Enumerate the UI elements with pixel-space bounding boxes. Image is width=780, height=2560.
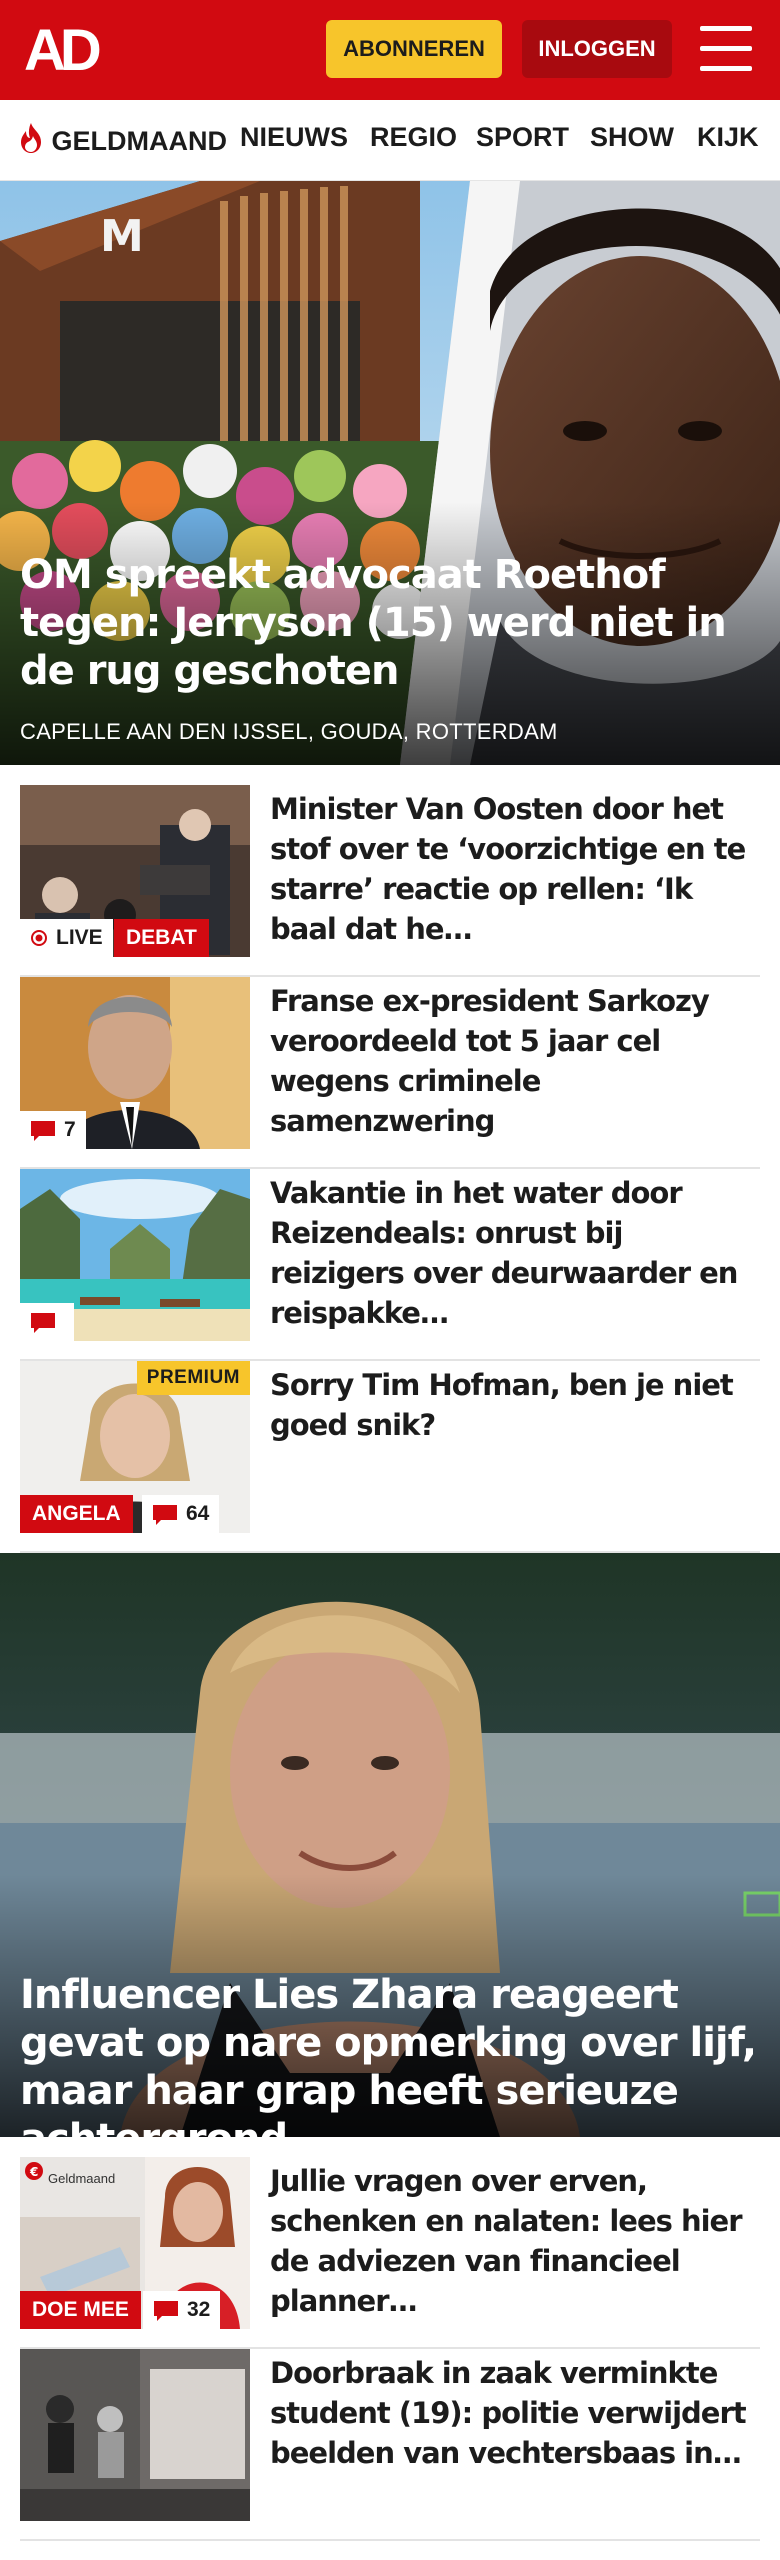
hero-article-roethof[interactable]: M OM spreekt advocaat Roethof tegen: Jer…: [0, 181, 780, 765]
menu-icon[interactable]: [700, 26, 752, 72]
participate-badge: DOE MEE: [20, 2291, 141, 2329]
comment-icon: [31, 1313, 55, 1333]
thumb-label: Geldmaand: [48, 2171, 116, 2186]
nav-item-regio[interactable]: REGIO: [370, 122, 457, 153]
top-bar: AD ABONNEREN INLOGGEN: [0, 0, 780, 100]
svg-text:M: M: [100, 211, 144, 262]
comment-count-badge: 64: [142, 1495, 220, 1533]
article-title[interactable]: Minister Van Oosten door het stof over t…: [270, 789, 760, 949]
flame-icon: [21, 123, 41, 153]
live-badge: LIVE: [20, 919, 113, 957]
article-title[interactable]: Jullie vragen over erven, schenken en na…: [270, 2161, 760, 2321]
list-item[interactable]: LIVE DEBAT Minister Van Oosten door het …: [20, 785, 760, 977]
nav-item-kijk[interactable]: KIJK: [697, 122, 759, 153]
nav-item-sport[interactable]: SPORT: [476, 122, 569, 153]
nav-item-geldmaand[interactable]: GELDMAAND: [18, 122, 227, 157]
comment-count: 7: [64, 1118, 76, 1141]
article-title[interactable]: Sorry Tim Hofman, ben je niet goed snik?: [270, 1365, 760, 1445]
comment-count-badge: 7: [20, 1111, 86, 1149]
comment-count-badge: 32: [143, 2291, 221, 2329]
nav-item-show[interactable]: SHOW: [590, 122, 674, 153]
comment-icon: [154, 2301, 178, 2321]
article-title[interactable]: Franse ex-president Sarkozy veroordeeld …: [270, 981, 760, 1141]
tag-badge: DEBAT: [114, 919, 209, 957]
list-item[interactable]: Doorbraak in zaak verminkte student (19)…: [20, 2349, 760, 2541]
comment-count-badge: [20, 1303, 74, 1341]
comment-count: 64: [186, 1502, 210, 1525]
comment-icon: [153, 1505, 177, 1525]
svg-text:€: €: [29, 2165, 38, 2179]
article-title[interactable]: Doorbraak in zaak verminkte student (19)…: [270, 2353, 760, 2473]
hero-title[interactable]: Influencer Lies Zhara reageert gevat op …: [20, 1971, 760, 2137]
login-button[interactable]: INLOGGEN: [522, 20, 672, 78]
list-item[interactable]: 7 Franse ex-president Sarkozy veroordeel…: [20, 977, 760, 1169]
premium-badge: PREMIUM: [136, 1361, 250, 1395]
ad-logo[interactable]: AD: [24, 22, 102, 80]
article-title[interactable]: Vakantie in het water door Reizendeals: …: [270, 1173, 760, 1333]
hero-article-lies-zhara[interactable]: Influencer Lies Zhara reageert gevat op …: [0, 1553, 780, 2137]
hero-location: CAPELLE AAN DEN IJSSEL, GOUDA, ROTTERDAM: [20, 719, 558, 744]
nav-item-nieuws[interactable]: NIEUWS: [240, 122, 348, 153]
list-item[interactable]: PREMIUM ANGELA 64 Sorry Tim Hofman, ben …: [20, 1361, 760, 1553]
comment-count: 32: [187, 2298, 211, 2321]
list-item[interactable]: Vakantie in het water door Reizendeals: …: [20, 1169, 760, 1361]
list-item[interactable]: € Geldmaand DOE MEE 32 Jullie vragen ove…: [20, 2157, 760, 2349]
hero-title[interactable]: OM spreekt advocaat Roethof tegen: Jerry…: [20, 551, 760, 695]
comment-icon: [31, 1121, 55, 1141]
live-dot-icon: [31, 930, 47, 946]
section-nav: GELDMAAND NIEUWS REGIO SPORT SHOW KIJK: [0, 100, 780, 181]
live-label: LIVE: [56, 926, 103, 949]
subscribe-button[interactable]: ABONNEREN: [326, 20, 502, 78]
columnist-badge: ANGELA: [20, 1495, 133, 1533]
nav-label: GELDMAAND: [51, 126, 228, 156]
article-thumbnail: [20, 2349, 250, 2521]
